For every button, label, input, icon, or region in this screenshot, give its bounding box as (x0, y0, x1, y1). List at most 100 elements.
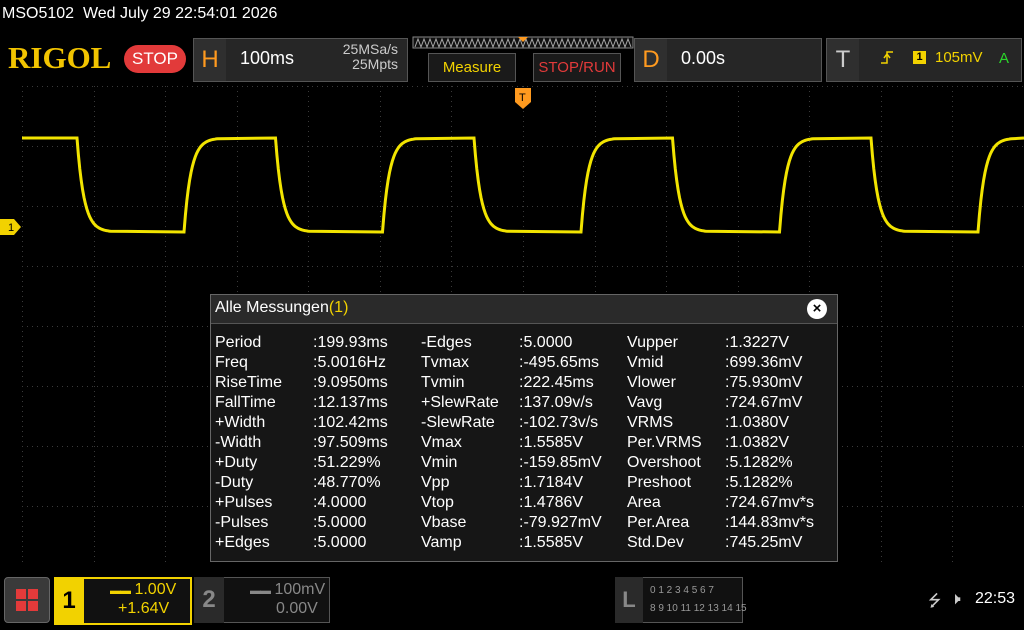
trigger-mode: A (999, 50, 1010, 67)
measurement-name: VRMS (627, 414, 674, 431)
measurement-name: +SlewRate (421, 394, 499, 411)
measurement-name: Vupper (627, 334, 678, 351)
sample-rate: 25MSa/s (342, 41, 398, 57)
menu-grid-icon (16, 589, 38, 611)
measurement-name: Vtop (421, 494, 454, 511)
measurement-name: -Duty (215, 474, 254, 491)
measurement-value: :1.5585V (519, 534, 584, 551)
trigger-position-marker[interactable]: T (515, 88, 531, 110)
stop-run-button[interactable]: STOP/RUN (533, 53, 621, 82)
measurement-value: :1.0382V (725, 434, 790, 451)
acquisition-info: 25MSa/s 25Mpts (330, 42, 398, 72)
measurement-value: :1.3227V (725, 334, 790, 351)
measurement-name: Vamp (421, 534, 462, 551)
timebase-value: 100ms (240, 48, 295, 68)
measurement-value: :-495.65ms (519, 354, 600, 371)
measurement-value: :699.36mV (725, 354, 803, 371)
channel1-scale-value: 1.00V (134, 581, 177, 598)
measurement-value: :4.0000 (313, 494, 367, 511)
measurement-name: Vbase (421, 514, 467, 531)
measurement-value: :1.5585V (519, 434, 584, 451)
channel2-scale-value: 100mV (274, 581, 326, 598)
measurement-name: +Width (215, 414, 266, 431)
memory-overview-icon (412, 36, 634, 49)
measurement-name: Area (627, 494, 661, 511)
rising-edge-icon (881, 51, 893, 64)
measurement-value: :724.67mv*s (725, 494, 814, 511)
measurement-value: :12.137ms (313, 394, 388, 411)
measurement-title-channel: (1) (328, 299, 349, 316)
measurement-value: :5.1282% (725, 454, 793, 471)
channel2-number: 2 (194, 577, 224, 623)
measure-button[interactable]: Measure (428, 53, 516, 82)
trigger-level: 105mV (935, 49, 983, 66)
status-line: MSO5102 Wed July 29 22:54:01 2026 (2, 5, 277, 23)
measurement-name: Period (215, 334, 262, 351)
measurement-window[interactable]: Alle Messungen(1) × Period:199.93ms Freq:… (210, 294, 838, 562)
channel1-trace (22, 136, 1024, 234)
measurement-name: +Pulses (215, 494, 273, 511)
usb-icon: ⭍ (928, 593, 942, 610)
measurement-name: -Pulses (215, 514, 269, 531)
measurement-value: :1.7184V (519, 474, 584, 491)
measurement-name: -SlewRate (421, 414, 495, 431)
measurement-name: Tvmax (421, 354, 469, 371)
measurement-value: :5.0016Hz (313, 354, 386, 371)
measurement-value: :9.0950ms (313, 374, 388, 391)
measurement-value: :5.1282% (725, 474, 793, 491)
measurement-name: RiseTime (215, 374, 282, 391)
measurement-value: :5.0000 (313, 534, 367, 551)
measurement-value: :-79.927mV (519, 514, 602, 531)
measurement-value: :222.45ms (519, 374, 594, 391)
delay-value: 0.00s (681, 48, 726, 68)
measurement-value: :-102.73v/s (519, 414, 599, 431)
channel2-scale: ▬▬ 100mV (250, 581, 326, 598)
channel1-scale: ▬▬ 1.00V (110, 581, 177, 598)
speaker-muted-icon[interactable]: 🕨 (950, 589, 961, 609)
channel1-offset: +1.64V (118, 600, 170, 617)
measurement-value: :5.0000 (313, 514, 367, 531)
delay-label: D (635, 39, 667, 81)
measurement-value: :75.930mV (725, 374, 803, 391)
measurement-name: Tvmin (421, 374, 465, 391)
measurement-name: Per.VRMS (627, 434, 702, 451)
measurement-name: Per.Area (627, 514, 690, 531)
measurement-name: FallTime (215, 394, 276, 411)
run-state-badge: STOP (124, 45, 186, 73)
measurement-name: Vmax (421, 434, 462, 451)
channel1-offset-marker[interactable]: 1 (0, 219, 22, 235)
measurement-value: :-159.85mV (519, 454, 602, 471)
measurement-title-text: Alle Messungen (215, 299, 329, 316)
measurement-name: Vlower (627, 374, 676, 391)
date-time: Wed July 29 22:54:01 2026 (82, 5, 278, 22)
measurement-value: :144.83mv*s (725, 514, 814, 531)
logic-channels-row1: 0 1 2 3 4 5 6 7 (650, 585, 714, 596)
memory-depth: 25Mpts (352, 56, 398, 72)
trigger-label: T (827, 39, 859, 81)
measurement-value: :97.509ms (313, 434, 388, 451)
measurement-value: :724.67mV (725, 394, 803, 411)
measurement-value: :102.42ms (313, 414, 388, 431)
close-button[interactable]: × (807, 299, 827, 319)
status-clock: 22:53 (975, 590, 1016, 607)
measurement-name: Std.Dev (627, 534, 684, 551)
logic-label: L (615, 577, 643, 623)
measurement-value: :1.4786V (519, 494, 584, 511)
channel2-offset: 0.00V (276, 600, 318, 617)
measurement-name: -Width (215, 434, 262, 451)
measurement-name: Vpp (421, 474, 450, 491)
measurement-name: +Edges (215, 534, 270, 551)
model-name: MSO5102 (2, 5, 75, 22)
rigol-logo: RIGOL (8, 40, 112, 75)
measurement-value: :51.229% (313, 454, 381, 471)
measurement-name: Overshoot (627, 454, 701, 471)
measurement-name: -Edges (421, 334, 472, 351)
measurement-name: +Duty (215, 454, 258, 471)
delay-panel[interactable]: D (634, 38, 822, 82)
measurement-value: :1.0380V (725, 414, 790, 431)
measurement-value: :745.25mV (725, 534, 803, 551)
measurement-value: :137.09v/s (519, 394, 593, 411)
measurement-value: :5.0000 (519, 334, 573, 351)
main-menu-button[interactable] (4, 577, 50, 623)
channel1-marker-label: 1 (8, 222, 14, 234)
